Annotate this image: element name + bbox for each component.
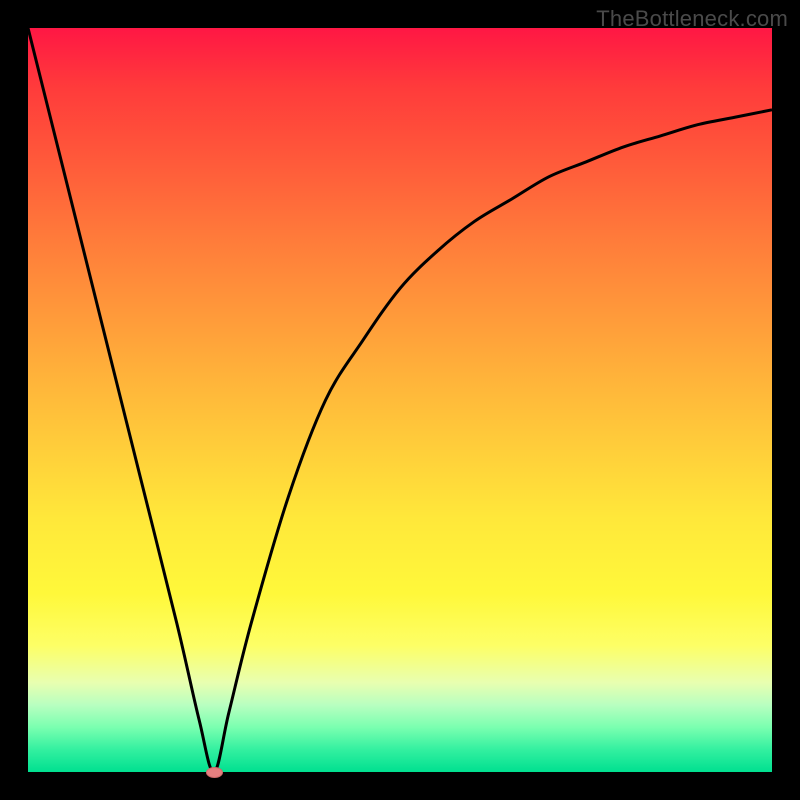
watermark-text: TheBottleneck.com xyxy=(596,6,788,32)
chart-frame: TheBottleneck.com xyxy=(0,0,800,800)
chart-plot-area xyxy=(28,28,772,772)
chart-marker xyxy=(206,767,223,778)
